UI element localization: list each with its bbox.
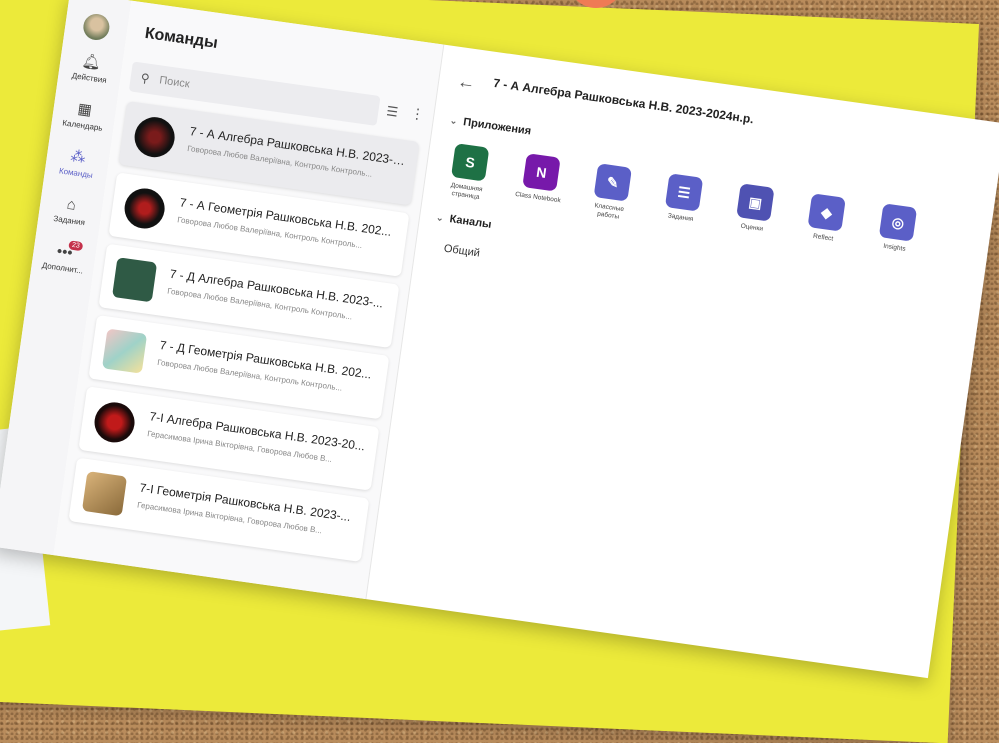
app-label: Классные работы: [594, 202, 625, 221]
app-label: Задания: [667, 212, 694, 223]
team-title: 7 - А Алгебра Рашковська Н.В. 2023-2024н…: [492, 75, 755, 127]
onenote-icon: N: [522, 153, 561, 192]
channel-general[interactable]: Общий: [443, 243, 481, 260]
app-label: Оценки: [740, 222, 764, 233]
app-label: Домашняя страница: [450, 181, 483, 201]
filter-icon[interactable]: ☰: [385, 103, 400, 120]
notification-badge: 23: [68, 240, 84, 252]
team-thumbnail: [101, 328, 148, 374]
teams-icon: ⁂: [69, 147, 87, 167]
classwork-icon: ✎: [593, 163, 632, 202]
rail-item-assignments[interactable]: ⌂ Задания: [38, 192, 103, 229]
search-placeholder: Поиск: [158, 74, 191, 91]
apps-section-header[interactable]: ⌄ Приложения: [449, 114, 532, 137]
grades-icon: ▣: [736, 183, 775, 222]
app-reflect[interactable]: ◆ Reflect: [798, 192, 853, 253]
insights-icon: ◎: [878, 203, 918, 242]
reflect-icon: ◆: [807, 193, 846, 232]
bell-icon: 🔔︎: [80, 52, 103, 72]
user-avatar[interactable]: [81, 12, 112, 42]
rail-item-activity[interactable]: 🔔︎ Действия: [58, 49, 123, 86]
app-class-notebook[interactable]: N Class Notebook: [512, 152, 567, 213]
app-home-page[interactable]: S Домашняя страница: [441, 142, 496, 203]
more-options-icon[interactable]: ⋮: [409, 105, 425, 124]
team-thumbnail: [111, 257, 158, 303]
channels-section-header[interactable]: ⌄ Каналы: [435, 211, 493, 231]
chevron-down-icon: ⌄: [449, 115, 459, 127]
app-classwork[interactable]: ✎ Классные работы: [584, 162, 639, 223]
app-label: Insights: [882, 242, 907, 253]
rail-item-label: Задания: [52, 213, 86, 228]
team-thumbnail: [132, 114, 178, 160]
app-insights[interactable]: ◎ Insights: [869, 202, 924, 263]
sharepoint-icon: S: [450, 143, 490, 182]
back-arrow-icon[interactable]: ←: [456, 71, 477, 94]
assignments-icon: ⌂: [65, 195, 78, 214]
rail-item-teams[interactable]: ⁂ Команды: [45, 145, 110, 182]
team-thumbnail: [122, 185, 168, 232]
app-label: Class Notebook: [514, 190, 562, 205]
team-thumbnail: [91, 399, 138, 445]
apps-section-label: Приложения: [462, 116, 532, 138]
assignments-icon: ☰: [664, 173, 704, 212]
rail-item-more-apps[interactable]: ••• 23 Дополнит...: [31, 240, 96, 277]
chevron-down-icon: ⌄: [435, 212, 445, 224]
rail-item-calendar[interactable]: ▦ Календарь: [51, 97, 116, 134]
team-detail-pane: ← 7 - А Алгебра Рашковська Н.В. 2023-202…: [365, 44, 999, 679]
team-thumbnail: [81, 471, 128, 517]
apps-row: S Домашняя страница N Class Notebook ✎ К…: [441, 142, 924, 263]
page-title: Команды: [143, 24, 219, 52]
app-assignments[interactable]: ☰ Задания: [655, 172, 710, 233]
channels-section-label: Каналы: [448, 213, 493, 231]
search-icon: ⚲: [139, 70, 151, 86]
app-grades[interactable]: ▣ Оценки: [726, 182, 781, 243]
app-label: Reflect: [812, 232, 834, 243]
